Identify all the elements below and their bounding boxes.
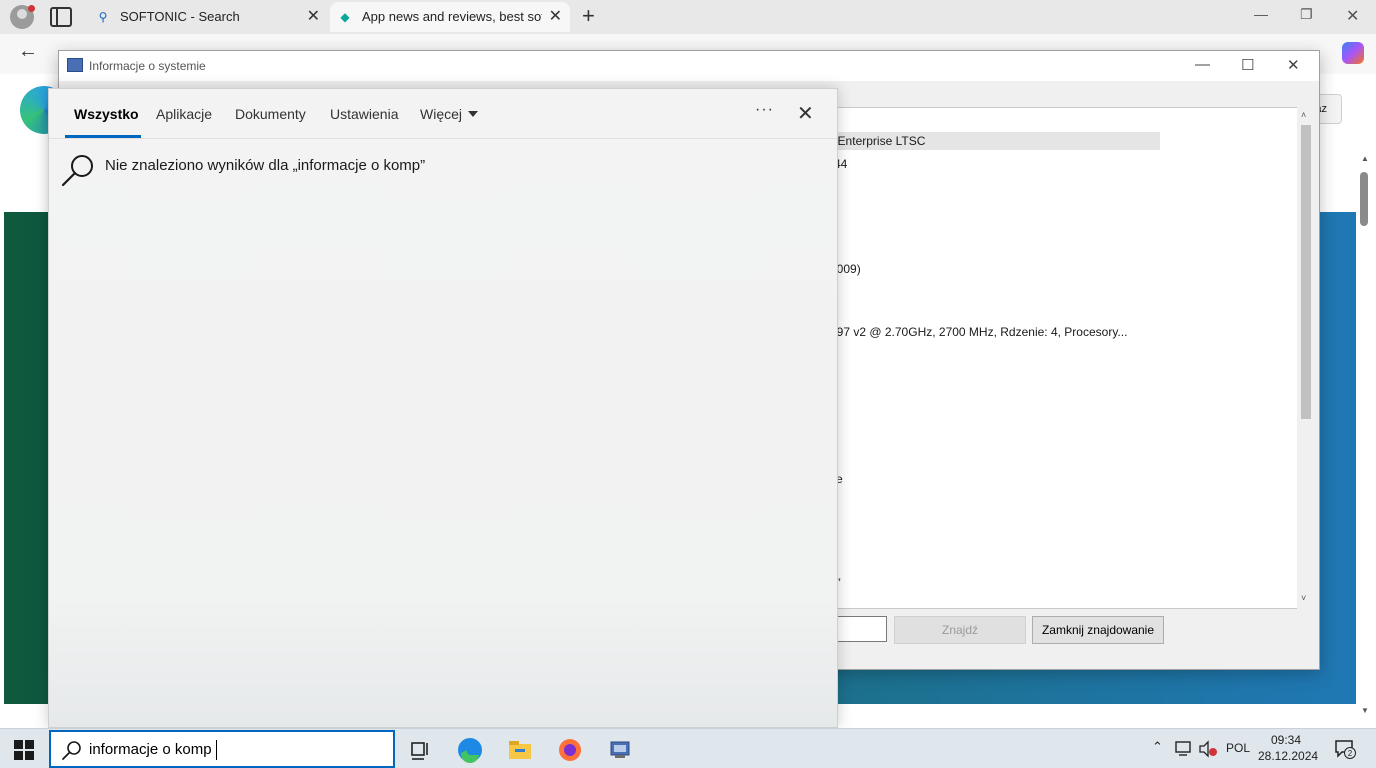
scrollbar-thumb[interactable] [1360,172,1368,226]
tab-title: SOFTONIC - Search [120,9,240,24]
list-item[interactable]: ’ Enterprise LTSC [830,132,1160,150]
firefox-icon[interactable] [553,733,587,767]
tab-all[interactable]: Wszystko [74,106,139,122]
chevron-up-icon[interactable]: ⌃ [1152,739,1163,755]
system-information-taskbar-icon[interactable] [603,733,637,767]
caret-down-icon [468,111,479,117]
tab-documents[interactable]: Dokumenty [235,106,306,122]
sysinfo-scrollbar[interactable]: ˄ ˅ [1297,107,1315,609]
minimize-icon[interactable]: — [1195,56,1210,73]
scroll-up-icon[interactable]: ˄ [1301,110,1306,120]
search-filter-tabs: Wszystko Aplikacje Dokumenty Ustawienia … [49,89,837,139]
profile-notification-dot [28,5,35,12]
notification-center-icon[interactable]: 2 [1334,739,1356,759]
minimize-icon[interactable]: — [1254,6,1268,22]
close-tab-icon[interactable]: ✕ [549,2,562,32]
more-options-icon[interactable]: ··· [755,101,774,119]
close-find-button[interactable]: Zamknij znajdowanie [1032,616,1164,644]
scrollbar-thumb[interactable] [1301,125,1311,419]
tab-more[interactable]: Więcej [420,106,479,122]
close-icon[interactable]: ✕ [797,101,814,126]
no-results-message: Nie znaleziono wyników dla „informacje o… [105,157,426,174]
notification-count: 2 [1348,749,1353,758]
sysinfo-title: Informacje o systemie [89,59,206,73]
scroll-up-icon[interactable]: ▲ [1361,154,1369,163]
file-explorer-icon[interactable] [503,733,537,767]
list-item[interactable]: 597 v2 @ 2.70GHz, 2700 MHz, Rdzenie: 4, … [830,325,1127,339]
search-favicon-icon: ⚲ [98,10,108,24]
tab-apps[interactable]: Aplikacje [156,106,212,122]
input-language-indicator[interactable]: POL [1226,741,1250,755]
find-button[interactable]: Znajdź [894,616,1026,644]
search-icon [62,741,81,760]
tab-settings[interactable]: Ustawienia [330,106,398,122]
network-icon[interactable] [1174,740,1194,758]
taskbar-search-box[interactable] [49,730,395,768]
scroll-down-icon[interactable]: ▼ [1361,706,1369,715]
clock-date: 28.12.2024 [1258,749,1319,763]
new-tab-icon[interactable]: + [582,3,595,29]
volume-muted-icon[interactable] [1198,740,1218,758]
browser-tab-app-news[interactable]: ◆ App news and reviews, best softw ✕ [330,2,570,32]
maximize-icon[interactable]: ☐ [1241,56,1254,74]
scroll-down-icon[interactable]: ˅ [1301,593,1306,603]
task-view-icon[interactable] [403,733,437,767]
close-window-icon[interactable]: ✕ [1346,6,1359,26]
start-button[interactable] [14,740,34,760]
tab-actions-icon[interactable] [50,7,72,27]
text-cursor [216,740,217,760]
close-tab-icon[interactable]: ✕ [307,2,320,32]
browser-tab-bar: ⚲ SOFTONIC - Search ✕ ◆ App news and rev… [0,0,1376,34]
clock-time: 09:34 [1270,733,1302,747]
page-scrollbar[interactable]: ▲ ▼ [1356,150,1376,720]
active-tab-indicator [65,135,141,138]
search-input[interactable] [89,741,369,758]
sysinfo-titlebar: Informacje o systemie — ☐ ✕ [59,51,1319,81]
softonic-favicon-icon: ◆ [340,10,350,24]
search-icon [61,155,93,187]
close-window-icon[interactable]: ✕ [1287,56,1300,74]
tab-more-label: Więcej [420,106,463,122]
edge-browser-icon[interactable] [453,733,487,767]
copilot-icon[interactable] [1342,42,1364,64]
windows-search-panel: Wszystko Aplikacje Dokumenty Ustawienia … [48,88,838,728]
back-arrow-icon[interactable]: ← [18,40,38,63]
tab-title: App news and reviews, best softw [362,9,542,24]
browser-tab-softonic-search[interactable]: ⚲ SOFTONIC - Search ✕ [88,2,328,32]
restore-icon[interactable]: ❐ [1300,6,1313,23]
sysinfo-app-icon [67,58,83,72]
taskbar: ⌃ POL 09:34 28.12.2024 2 [0,728,1376,768]
taskbar-clock[interactable]: 09:34 28.12.2024 [1258,732,1319,764]
windows-logo-icon [14,740,23,749]
